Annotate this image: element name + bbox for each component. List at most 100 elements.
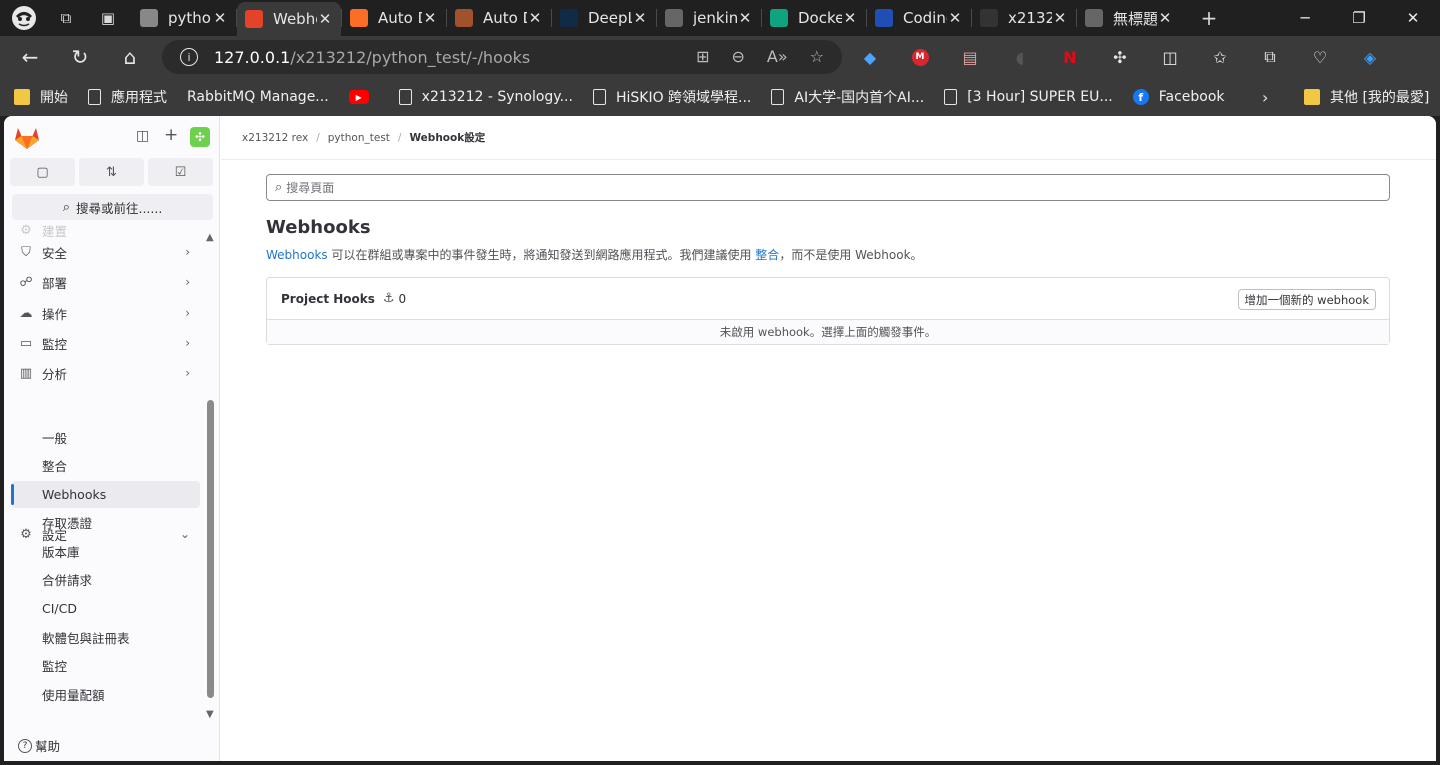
url-bar[interactable]: i 127.0.0.1/x213212/python_test/-/hooks … — [162, 40, 842, 74]
sidebar-item-4[interactable]: ▭ 監控 › — [4, 329, 204, 357]
close-tab-icon[interactable]: ✕ — [422, 9, 438, 27]
split-screen-icon[interactable]: ◫ — [1155, 40, 1185, 74]
read-aloud-icon[interactable]: A» — [767, 47, 788, 66]
settings-subitem[interactable]: 軟體包與註冊表 — [12, 624, 200, 651]
search-or-goto-button[interactable]: ⌕ 搜尋或前往...... — [12, 194, 213, 220]
close-tab-icon[interactable]: ✕ — [1157, 9, 1173, 27]
toggle-sidebar-icon[interactable]: ◫ — [136, 128, 149, 144]
netflix-extension-icon[interactable]: N — [1055, 40, 1085, 74]
close-tab-icon[interactable]: ✕ — [842, 9, 858, 27]
close-tab-icon[interactable]: ✕ — [947, 9, 963, 27]
collections-icon[interactable]: ⧉ — [1255, 40, 1285, 74]
browser-tab[interactable]: python_test✕ — [132, 3, 236, 33]
merge-requests-count-button[interactable]: ⇅ — [79, 158, 144, 186]
tab-title: Auto DevOps — [483, 9, 527, 27]
sidebar-item-5[interactable]: ▥ 分析 › — [4, 359, 204, 387]
issues-count-button[interactable]: ▢ — [10, 158, 75, 186]
bookmark-item[interactable]: f Facebook — [1132, 89, 1225, 105]
back-icon[interactable]: ← — [10, 37, 50, 77]
restore-icon[interactable]: ❐ — [1332, 0, 1386, 36]
settings-subitem[interactable]: Webhooks — [11, 481, 200, 508]
settings-subitem[interactable]: 整合 — [12, 452, 200, 479]
breadcrumb-item[interactable]: python_test — [328, 132, 390, 144]
sidebar-item-3[interactable]: ☁ 操作 › — [4, 299, 204, 327]
breadcrumb-item[interactable]: x213212 rex — [242, 132, 308, 144]
mouse-extension-icon[interactable]: ◖ — [1005, 40, 1035, 74]
breadcrumb-current[interactable]: Webhook設定 — [409, 130, 485, 145]
help-button[interactable]: ? 幫助 — [18, 736, 60, 755]
todos-count-button[interactable]: ☑ — [148, 158, 213, 186]
zoom-icon[interactable]: ⊖ — [732, 47, 745, 66]
page-description: Webhooks 可以在群組或專案中的事件發生時，將通知發送到網路應用程式。我們… — [266, 246, 923, 263]
page-search-input[interactable]: ⌕ 搜尋頁面 — [266, 174, 1390, 201]
create-new-icon[interactable]: + — [164, 125, 178, 145]
settings-subitem[interactable]: CI/CD — [12, 595, 200, 622]
tab-title: jenkins — [693, 9, 737, 27]
browser-tab[interactable]: Coding✕ — [867, 3, 971, 33]
close-tab-icon[interactable]: ✕ — [317, 10, 333, 28]
webhooks-help-link[interactable]: Webhooks — [266, 248, 328, 262]
sidebar-item-1[interactable]: ⛉ 安全 › — [4, 238, 204, 266]
screenshot-extension-icon[interactable]: ▤ — [955, 40, 985, 74]
sidebar-scrollbar[interactable]: ▲ ▼ — [205, 232, 216, 720]
tab-favicon-icon — [770, 9, 788, 27]
browser-essentials-icon[interactable]: ♡ — [1305, 40, 1335, 74]
browser-tab[interactable]: jenkins✕ — [657, 3, 761, 33]
close-tab-icon[interactable]: ✕ — [527, 9, 543, 27]
scroll-down-arrow-icon[interactable]: ▼ — [206, 709, 214, 720]
browser-tab[interactable]: x213212✕ — [972, 3, 1076, 33]
bookmark-other-folder[interactable]: 其他 [我的最愛] — [1304, 87, 1429, 107]
settings-subitem[interactable]: 一般 — [12, 424, 200, 451]
tab-title: Auto DevOps — [378, 9, 422, 27]
browser-tab[interactable]: DeepL ✕ — [552, 3, 656, 33]
settings-subitem[interactable]: 使用量配額 — [12, 681, 200, 708]
copilot-icon[interactable]: ◈ — [1355, 40, 1385, 74]
integrations-link[interactable]: 整合 — [755, 248, 779, 262]
new-tab-icon[interactable]: + — [1195, 4, 1223, 32]
bookmark-item[interactable]: ▶ — [348, 90, 379, 104]
site-info-icon[interactable]: i — [180, 48, 198, 66]
browser-tab[interactable]: Auto DevOps✕ — [447, 3, 551, 33]
close-window-icon[interactable]: ✕ — [1386, 0, 1440, 36]
favorite-star-icon[interactable]: ☆ — [810, 47, 824, 66]
bookmark-item[interactable]: 開始 — [14, 87, 68, 107]
gem-extension-icon[interactable]: ◆ — [855, 40, 885, 74]
browser-tab[interactable]: Docker✕ — [762, 3, 866, 33]
close-tab-icon[interactable]: ✕ — [632, 9, 648, 27]
workspaces-icon[interactable]: ⧉ — [52, 4, 80, 32]
browser-tab[interactable]: Webhooks✕ — [237, 2, 341, 36]
bookmark-item[interactable]: AI大学-国内首个AI... — [771, 87, 924, 107]
scroll-up-arrow-icon[interactable]: ▲ — [206, 232, 214, 243]
bookmark-item[interactable]: 應用程式 — [88, 87, 167, 107]
user-avatar[interactable]: ✣ — [190, 127, 210, 147]
extensions-icon[interactable]: ✣ — [1105, 40, 1135, 74]
profile-avatar-icon[interactable] — [10, 4, 38, 32]
vertical-tabs-icon[interactable]: ▣ — [94, 4, 122, 32]
bookmark-item[interactable]: [3 Hour] SUPER EU... — [944, 89, 1113, 105]
gitlab-logo-icon[interactable] — [14, 126, 40, 150]
app-available-icon[interactable]: ⊞ — [696, 47, 709, 66]
add-webhook-button[interactable]: 增加一個新的 webhook — [1237, 289, 1376, 310]
settings-subitem[interactable]: 存取憑證 — [12, 509, 200, 536]
bookmark-item[interactable]: x213212 - Synology... — [398, 89, 573, 105]
settings-subitem[interactable]: 合併請求 — [12, 566, 200, 593]
minimize-icon[interactable]: ─ — [1278, 0, 1332, 36]
close-tab-icon[interactable]: ✕ — [212, 9, 228, 27]
browser-tab[interactable]: Auto DevOps✕ — [342, 3, 446, 33]
close-tab-icon[interactable]: ✕ — [1052, 9, 1068, 27]
more-bookmarks-chevron-icon[interactable]: › — [1262, 88, 1268, 107]
close-tab-icon[interactable]: ✕ — [737, 9, 753, 27]
bookmark-item[interactable]: HiSKIO 跨領域學程... — [592, 87, 751, 107]
sidebar-item-2[interactable]: ☍ 部署 › — [4, 268, 204, 296]
refresh-icon[interactable]: ↻ — [60, 37, 100, 77]
bookmark-item[interactable]: RabbitMQ Manage... — [187, 89, 329, 105]
settings-subitem[interactable]: 監控 — [12, 652, 200, 679]
favorites-icon[interactable]: ✩ — [1205, 40, 1235, 74]
bookmark-label: x213212 - Synology... — [421, 89, 573, 105]
browser-tab[interactable]: 無標題 ✕ — [1077, 3, 1181, 33]
home-icon[interactable]: ⌂ — [110, 37, 150, 77]
scrollbar-thumb[interactable] — [207, 400, 214, 698]
settings-subitem[interactable]: 版本庫 — [12, 538, 200, 565]
settings-subitem-label: 存取憑證 — [42, 516, 93, 531]
mega-extension-icon[interactable]: M — [905, 40, 935, 74]
